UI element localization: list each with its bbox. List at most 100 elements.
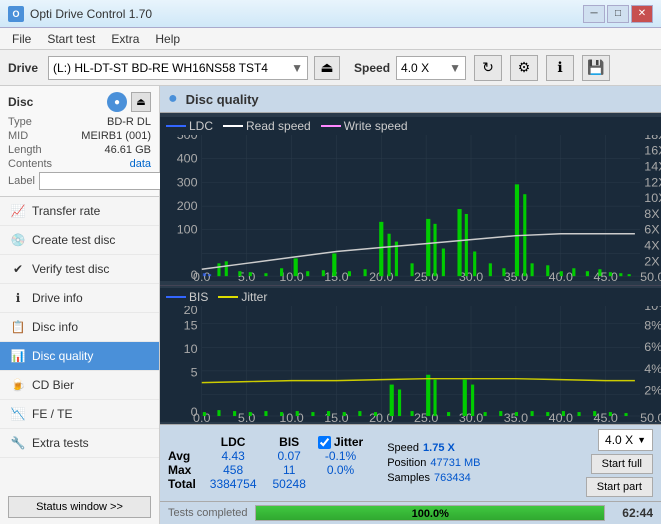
mid-val: MEIRB1 (001) [81, 130, 151, 142]
upper-chart: LDC Read speed Write speed [160, 113, 661, 286]
svg-text:5.0: 5.0 [238, 411, 256, 422]
lower-chart: BIS Jitter [160, 286, 661, 424]
save-icon[interactable]: 💾 [582, 55, 610, 81]
settings-icon[interactable]: ⚙ [510, 55, 538, 81]
writespeed-legend-label: Write speed [344, 119, 408, 133]
content-area: ● Disc quality LDC Read speed [160, 86, 661, 524]
sidebar-item-label-disc-info: Disc info [32, 320, 78, 334]
bis-legend-color [166, 296, 186, 298]
svg-text:4X: 4X [644, 239, 659, 253]
bis-total: 50248 [265, 477, 314, 491]
svg-text:0.0: 0.0 [193, 411, 211, 422]
sidebar-item-label-disc-quality: Disc quality [32, 349, 93, 363]
speed-row: Speed 1.75 X [387, 442, 480, 454]
length-val: 46.61 GB [105, 144, 151, 156]
contents-key: Contents [8, 158, 52, 170]
sidebar-item-disc-quality[interactable]: 📊 Disc quality [0, 342, 159, 371]
samples-key: Samples [387, 472, 430, 484]
sidebar-item-disc-info[interactable]: 📋 Disc info [0, 313, 159, 342]
jitter-avg: -0.1% [314, 449, 367, 463]
bis-avg: 0.07 [265, 449, 314, 463]
position-key: Position [387, 457, 426, 469]
svg-text:15.0: 15.0 [324, 270, 349, 281]
sidebar-item-extra-tests[interactable]: 🔧 Extra tests [0, 429, 159, 458]
start-part-button[interactable]: Start part [586, 477, 653, 497]
speed-select[interactable]: 4.0 X ▼ [396, 56, 466, 80]
svg-text:200: 200 [177, 199, 198, 213]
svg-text:20: 20 [184, 306, 198, 317]
bis-legend-label: BIS [189, 290, 208, 304]
jitter-legend: Jitter [218, 290, 267, 304]
speed-val: 1.75 X [423, 442, 455, 454]
title-bar-left: O Opti Drive Control 1.70 [8, 6, 152, 22]
ldc-avg: 4.43 [202, 449, 265, 463]
avg-label: Avg [168, 449, 202, 463]
title-bar-controls: ─ □ ✕ [583, 5, 653, 23]
svg-text:30.0: 30.0 [459, 270, 484, 281]
menu-start-test[interactable]: Start test [39, 30, 103, 48]
svg-text:12X: 12X [644, 176, 661, 190]
disc-eject-icon[interactable]: ⏏ [131, 92, 151, 112]
refresh-icon[interactable]: ↻ [474, 55, 502, 81]
eject-button[interactable]: ⏏ [314, 56, 340, 80]
label-row: Label ✎ [8, 172, 151, 190]
svg-text:45.0: 45.0 [594, 270, 619, 281]
maximize-button[interactable]: □ [607, 5, 629, 23]
sidebar-item-cd-bier[interactable]: 🍺 CD Bier [0, 371, 159, 400]
speed-dropdown[interactable]: 4.0 X ▼ [598, 429, 653, 451]
menu-file[interactable]: File [4, 30, 39, 48]
svg-text:2%: 2% [644, 384, 661, 398]
upper-chart-legend: LDC Read speed Write speed [160, 117, 661, 135]
mid-key: MID [8, 130, 28, 142]
app-icon: O [8, 6, 24, 22]
disc-icon: ● [107, 92, 127, 112]
upper-chart-svg: 500 400 300 200 100 0 18X 16X 14X 12X 10… [160, 135, 661, 281]
svg-text:300: 300 [177, 176, 198, 190]
speed-dropdown-val: 4.0 X [605, 433, 633, 447]
samples-row: Samples 763434 [387, 472, 480, 484]
create-test-disc-icon: 💿 [10, 232, 26, 248]
jitter-checkbox[interactable] [318, 436, 331, 449]
ldc-max: 458 [202, 463, 265, 477]
title-bar: O Opti Drive Control 1.70 ─ □ ✕ [0, 0, 661, 28]
svg-text:10%: 10% [644, 306, 661, 313]
svg-text:400: 400 [177, 152, 198, 166]
writespeed-legend-color [321, 125, 341, 127]
sidebar-item-drive-info[interactable]: ℹ Drive info [0, 284, 159, 313]
disc-info-panel: Disc ● ⏏ Type BD-R DL MID MEIRB1 (001) L… [0, 86, 159, 197]
svg-text:40.0: 40.0 [549, 411, 574, 422]
menu-extra[interactable]: Extra [103, 30, 147, 48]
sidebar-item-transfer-rate[interactable]: 📈 Transfer rate [0, 197, 159, 226]
disc-quality-icon: 📊 [10, 348, 26, 364]
start-full-button[interactable]: Start full [591, 454, 653, 474]
minimize-button[interactable]: ─ [583, 5, 605, 23]
sidebar-item-label-drive-info: Drive info [32, 291, 83, 305]
sidebar-item-fe-te[interactable]: 📉 FE / TE [0, 400, 159, 429]
svg-text:18X: 18X [644, 135, 661, 142]
svg-text:14X: 14X [644, 160, 661, 174]
position-val: 47731 MB [430, 457, 480, 469]
close-button[interactable]: ✕ [631, 5, 653, 23]
verify-test-disc-icon: ✔ [10, 261, 26, 277]
mid-row: MID MEIRB1 (001) [8, 130, 151, 142]
sidebar-nav: 📈 Transfer rate 💿 Create test disc ✔ Ver… [0, 197, 159, 490]
svg-text:10X: 10X [644, 191, 661, 205]
svg-text:15: 15 [184, 319, 198, 333]
sidebar-item-create-test-disc[interactable]: 💿 Create test disc [0, 226, 159, 255]
type-key: Type [8, 116, 32, 128]
sidebar-item-verify-test-disc[interactable]: ✔ Verify test disc [0, 255, 159, 284]
drive-select[interactable]: (L:) HL-DT-ST BD-RE WH16NS58 TST4 ▼ [48, 56, 308, 80]
readspeed-legend: Read speed [223, 119, 311, 133]
svg-text:100: 100 [177, 223, 198, 237]
menu-help[interactable]: Help [147, 30, 188, 48]
status-window-button[interactable]: Status window >> [8, 496, 151, 518]
max-label: Max [168, 463, 202, 477]
drive-bar: Drive (L:) HL-DT-ST BD-RE WH16NS58 TST4 … [0, 50, 661, 86]
ldc-total: 3384754 [202, 477, 265, 491]
lower-chart-legend: BIS Jitter [160, 288, 661, 306]
progress-track: 100.0% [255, 505, 605, 521]
sidebar-item-label-transfer-rate: Transfer rate [32, 204, 100, 218]
svg-text:500: 500 [177, 135, 198, 142]
jitter-header: Jitter [334, 435, 363, 449]
info-icon[interactable]: ℹ [546, 55, 574, 81]
